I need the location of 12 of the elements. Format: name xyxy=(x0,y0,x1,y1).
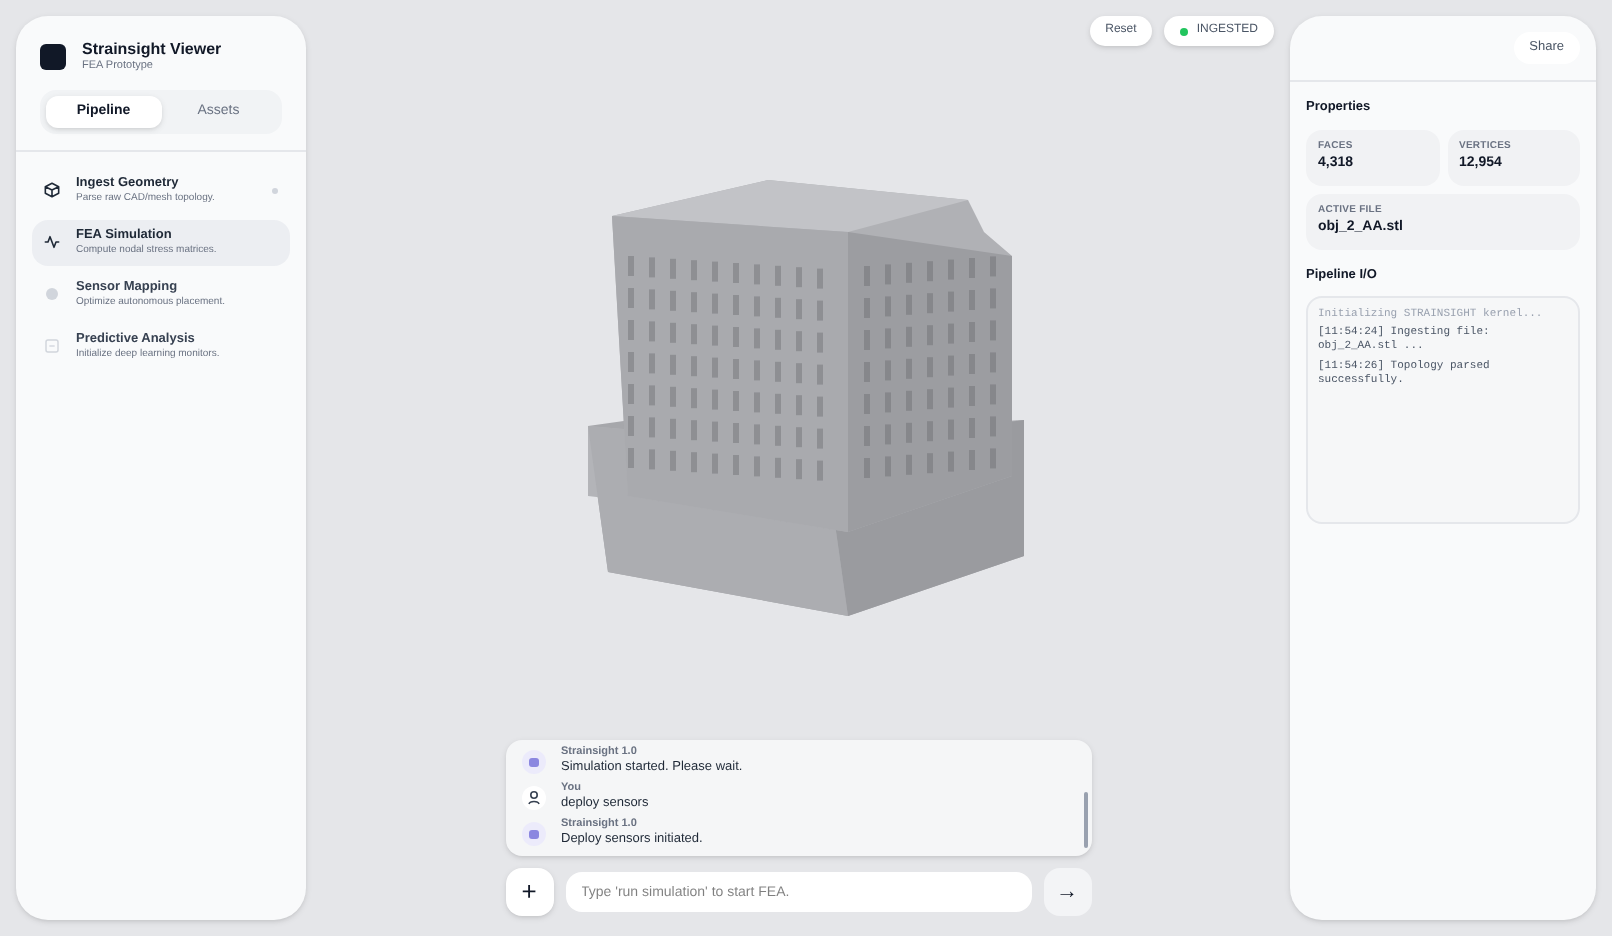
bot-avatar-icon xyxy=(521,749,545,773)
send-button[interactable]: → xyxy=(1043,868,1091,916)
scrollbar-thumb[interactable] xyxy=(1083,792,1087,848)
bot-avatar-icon xyxy=(521,821,545,845)
add-button[interactable]: + xyxy=(505,868,553,916)
logo-icon xyxy=(40,43,66,70)
pulse-icon xyxy=(44,234,60,251)
dot-icon xyxy=(44,286,60,303)
app-title: Strainsight Viewer xyxy=(82,40,222,60)
square-icon xyxy=(44,338,60,355)
cube-icon xyxy=(44,182,60,199)
user-avatar-icon xyxy=(521,785,545,809)
